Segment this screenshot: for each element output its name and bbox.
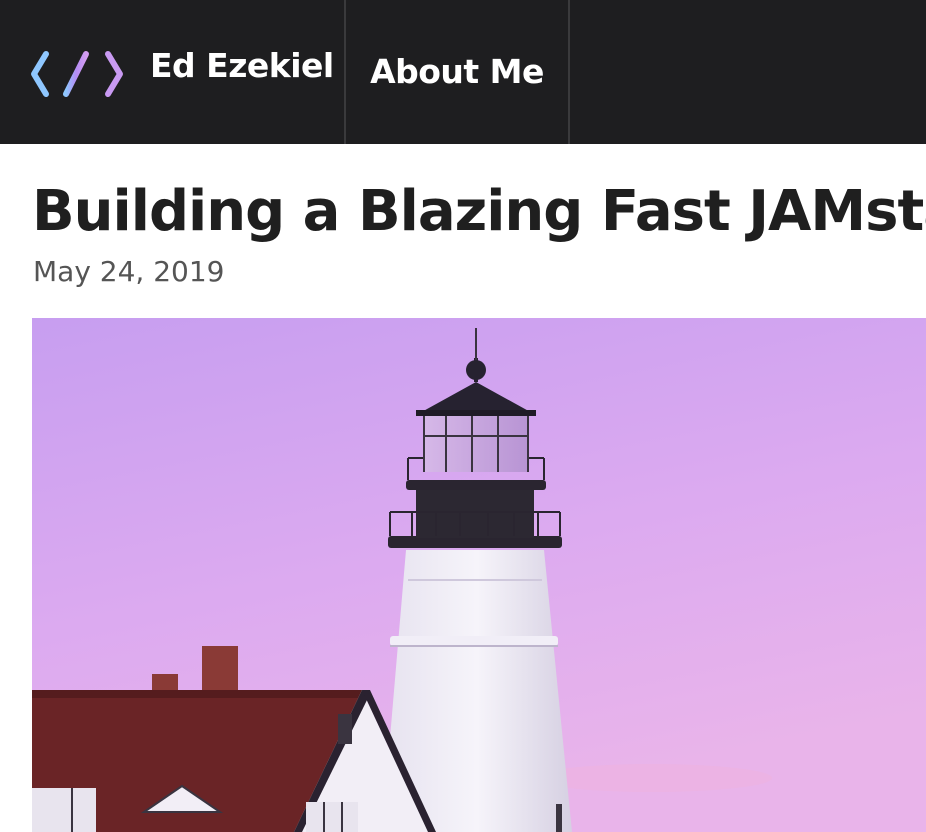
post-title: Building a Blazing Fast JAMstack [32,179,926,244]
nav-divider [568,0,570,144]
post-date: May 24, 2019 [33,255,225,288]
site-header: Ed Ezekiel About Me [0,0,926,144]
hero-image [32,318,926,832]
home-link[interactable]: Ed Ezekiel [0,0,344,144]
nav-about-me[interactable]: About Me [346,0,568,144]
site-name: Ed Ezekiel [150,46,334,85]
nav-about-me-label: About Me [370,51,544,91]
lighthouse-at-dusk-image [32,318,926,832]
code-brackets-icon [31,51,123,97]
title-container: Building a Blazing Fast JAMstack [0,170,926,260]
